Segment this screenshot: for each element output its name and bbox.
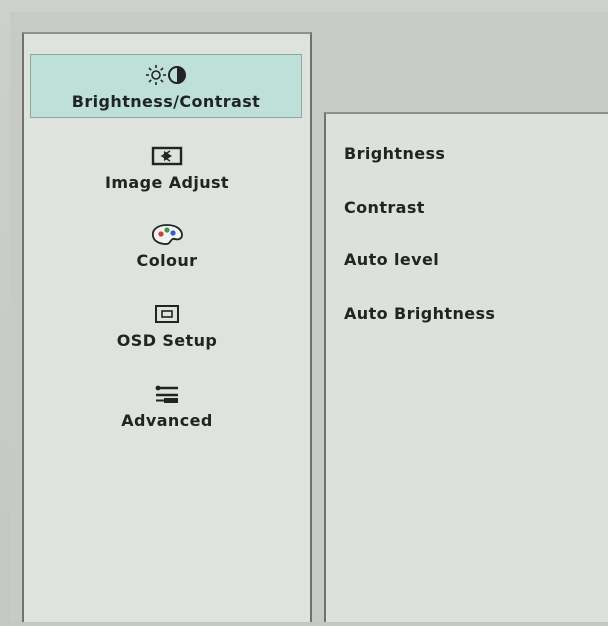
menu-item-osd-setup[interactable]: OSD Setup xyxy=(24,296,310,354)
option-contrast[interactable]: Contrast xyxy=(344,198,425,217)
osd-submenu-panel: Brightness Contrast Auto level Auto Brig… xyxy=(324,112,608,622)
menu-item-advanced[interactable]: Advanced xyxy=(24,376,310,434)
image-adjust-icon xyxy=(150,143,184,169)
menu-item-label: Advanced xyxy=(121,410,213,430)
menu-item-label: OSD Setup xyxy=(116,330,218,350)
monitor-osd-screen: Brightness/Contrast Image Adjust Colour … xyxy=(0,0,608,626)
menu-item-image-adjust[interactable]: Image Adjust xyxy=(24,138,310,196)
menu-item-label: Brightness/Contrast xyxy=(71,91,261,111)
osd-main-menu: Brightness/Contrast Image Adjust Colour … xyxy=(22,32,312,622)
menu-item-label: Colour xyxy=(136,250,198,270)
menu-item-brightness-contrast[interactable]: Brightness/Contrast xyxy=(30,54,302,118)
option-auto-brightness[interactable]: Auto Brightness xyxy=(344,304,495,323)
colour-palette-icon xyxy=(150,221,184,247)
menu-item-label: Image Adjust xyxy=(105,172,229,192)
option-auto-level[interactable]: Auto level xyxy=(344,250,439,269)
advanced-settings-icon xyxy=(150,381,184,407)
menu-item-colour[interactable]: Colour xyxy=(24,216,310,274)
brightness-contrast-icon xyxy=(144,62,188,88)
option-brightness[interactable]: Brightness xyxy=(344,144,445,163)
osd-setup-icon xyxy=(152,301,182,327)
